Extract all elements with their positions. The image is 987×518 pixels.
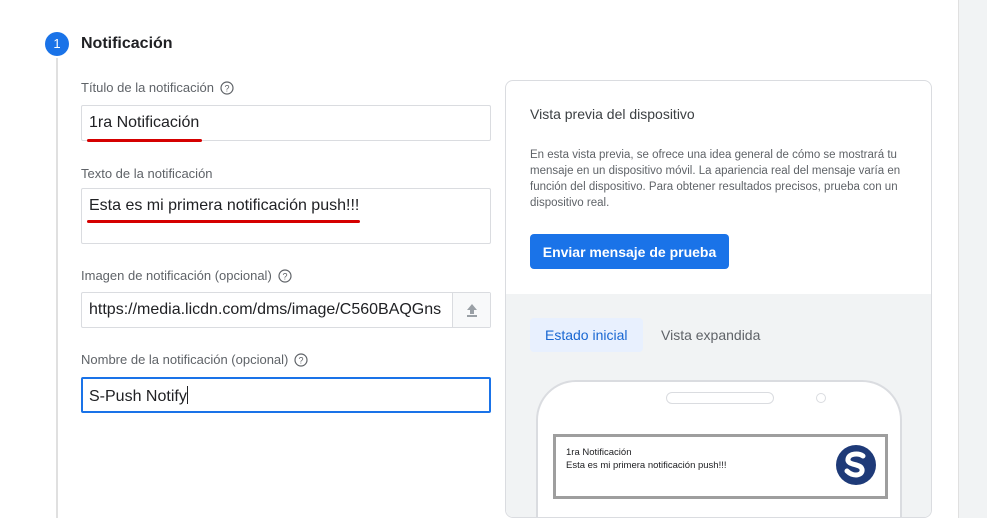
text-label-text: Texto de la notificación (81, 166, 213, 181)
preview-title: Vista previa del dispositivo (530, 106, 695, 122)
help-circle-icon[interactable]: ? (220, 80, 234, 95)
image-field-label: Imagen de notificación (opcional) ? (81, 268, 292, 283)
phone-mockup: 1ra Notificación Esta es mi primera noti… (536, 380, 902, 517)
notification-preview-body: Esta es mi primera notificación push!!! (566, 460, 727, 471)
upload-icon (466, 304, 477, 317)
phone-camera (816, 393, 826, 403)
image-url-input[interactable]: https://media.licdn.com/dms/image/C560BA… (81, 292, 491, 328)
step-number-badge: 1 (45, 32, 69, 56)
device-preview-panel: Vista previa del dispositivo En esta vis… (505, 80, 932, 518)
text-highlight-underline (87, 220, 360, 223)
help-circle-icon[interactable]: ? (294, 352, 308, 367)
notification-preview-title: 1ra Notificación (566, 447, 632, 458)
title-field-label: Título de la notificación ? (81, 80, 234, 95)
title-input-value: 1ra Notificación (89, 114, 200, 131)
title-highlight-underline (87, 139, 202, 142)
upload-button[interactable] (452, 293, 490, 327)
name-label-text: Nombre de la notificación (opcional) (81, 352, 289, 367)
tab-initial-state[interactable]: Estado inicial (530, 318, 643, 352)
name-value-text: S-Push Notify (89, 388, 187, 405)
text-textarea[interactable]: Esta es mi primera notificación push!!! (81, 188, 491, 244)
send-test-message-button[interactable]: Enviar mensaje de prueba (530, 234, 729, 269)
svg-text:?: ? (224, 83, 229, 93)
step-connector-line (56, 58, 58, 518)
title-input[interactable]: 1ra Notificación (81, 105, 491, 141)
preview-device-area: Estado inicial Vista expandida 1ra Notif… (506, 294, 931, 517)
name-input[interactable]: S-Push Notify (81, 377, 491, 413)
image-url-value: https://media.licdn.com/dms/image/C560BA… (89, 301, 442, 318)
step-title[interactable]: Notificación (81, 35, 173, 53)
notification-preview: 1ra Notificación Esta es mi primera noti… (553, 434, 888, 499)
s-logo-icon (836, 445, 876, 485)
help-circle-icon[interactable]: ? (278, 268, 292, 283)
text-input-value: Esta es mi primera notificación push!!! (89, 197, 360, 214)
image-label-text: Imagen de notificación (opcional) (81, 268, 272, 283)
name-field-label: Nombre de la notificación (opcional) ? (81, 352, 308, 367)
preview-description: En esta vista previa, se ofrece una idea… (530, 149, 901, 209)
svg-text:?: ? (299, 355, 304, 365)
notification-card: 1 Notificación Título de la notificación… (0, 0, 959, 518)
svg-text:?: ? (282, 271, 287, 281)
title-label-text: Título de la notificación (81, 80, 214, 95)
tab-expanded-view[interactable]: Vista expandida (646, 318, 775, 352)
text-field-label: Texto de la notificación (81, 166, 213, 181)
name-input-value: S-Push Notify (89, 386, 188, 406)
text-caret (186, 386, 188, 404)
phone-speaker (666, 392, 774, 404)
